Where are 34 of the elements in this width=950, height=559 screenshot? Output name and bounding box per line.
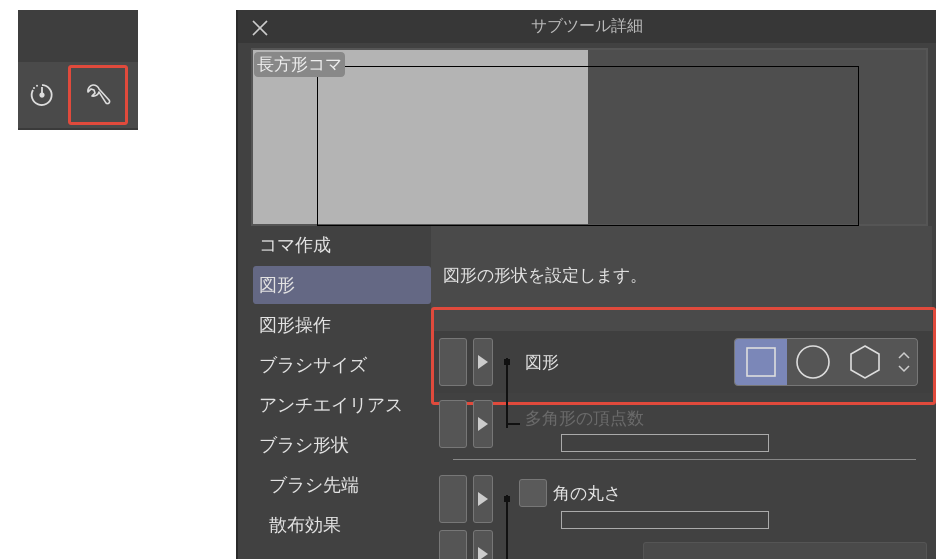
setting-label: 角の丸さ [553,482,621,504]
expand-button[interactable] [473,475,493,523]
slider-track[interactable] [561,511,769,529]
toggle-button[interactable] [439,338,467,386]
category-item[interactable]: ブラシ先端 [253,466,431,504]
square-icon [743,344,779,380]
triangle-icon [478,355,488,369]
description-text: 図形の形状を設定します。 [431,226,932,331]
triangle-icon [478,492,488,506]
tool-button[interactable] [68,65,128,125]
category-item[interactable]: 図形操作 [253,306,431,344]
checkbox[interactable] [519,479,547,507]
category-item[interactable]: 散布効果 [253,506,431,544]
triangle-icon [478,417,488,431]
close-icon [252,20,268,36]
slider-track[interactable] [561,434,769,452]
category-item[interactable]: ブラシサイズ [253,346,431,384]
triangle-icon [478,547,488,559]
preview-label: 長方形コマ [254,52,345,77]
up-down-chevron-icon [897,349,911,375]
category-item[interactable]: アンチエイリアス [253,386,431,424]
toggle-button[interactable] [439,475,467,523]
category-item[interactable]: 図形 [253,266,431,304]
toggle-button[interactable] [439,400,467,448]
window-title: サブツール詳細 [531,16,643,37]
close-button[interactable] [252,20,268,36]
hexagon-icon [847,344,883,380]
expand-button[interactable] [473,400,493,448]
category-item[interactable]: ブラシ形状 [253,426,431,464]
shape-option[interactable] [735,339,787,385]
setting-label: 図形 [525,352,560,374]
circle-icon [795,344,831,380]
expand-button[interactable] [473,338,493,386]
category-item[interactable]: コマ作成 [253,226,431,264]
